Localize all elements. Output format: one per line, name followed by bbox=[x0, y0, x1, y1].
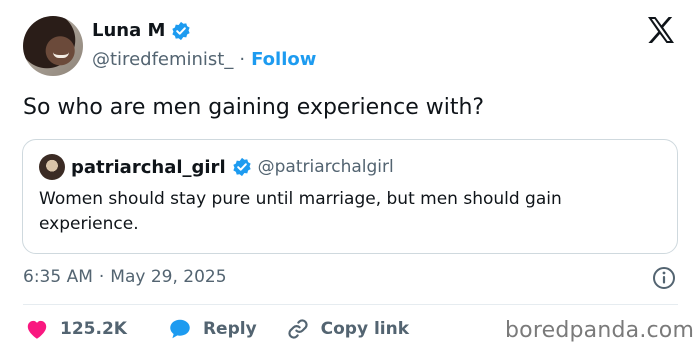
quoted-tweet-text: Women should stay pure until marriage, b… bbox=[39, 189, 562, 234]
like-button[interactable]: 125.2K bbox=[24, 316, 127, 342]
copy-link-label: Copy link bbox=[320, 319, 410, 339]
author-name-row: Luna M bbox=[92, 20, 191, 41]
quoted-header: patriarchal_girl @patriarchalgirl bbox=[39, 154, 394, 180]
date-separator: · bbox=[98, 267, 105, 287]
heart-icon bbox=[27, 320, 47, 339]
quoted-author-name: patriarchal_girl bbox=[71, 156, 226, 178]
quoted-avatar bbox=[39, 154, 65, 180]
author-name[interactable]: Luna M bbox=[92, 20, 165, 41]
author-avatar[interactable] bbox=[23, 16, 83, 76]
x-logo-icon[interactable] bbox=[646, 16, 676, 44]
reply-label: Reply bbox=[202, 319, 257, 339]
handle-separator: · bbox=[239, 49, 246, 70]
author-handle[interactable]: @tiredfeminist_ bbox=[92, 49, 233, 70]
like-count: 125.2K bbox=[60, 319, 127, 339]
info-icon[interactable] bbox=[652, 266, 676, 290]
author-handle-row: @tiredfeminist_ · Follow bbox=[92, 49, 316, 70]
tweet-text: So who are men gaining experience with? bbox=[23, 95, 485, 120]
site-watermark: boredpanda.com bbox=[505, 318, 695, 343]
reply-button[interactable]: Reply bbox=[167, 316, 257, 342]
action-bar: 125.2K Reply Copy link bbox=[24, 316, 409, 342]
link-icon bbox=[288, 319, 308, 339]
quoted-author-handle: @patriarchalgirl bbox=[257, 157, 394, 177]
copy-link-button[interactable]: Copy link bbox=[285, 316, 409, 342]
tweet-timestamp[interactable]: 6:35 AM · May 29, 2025 bbox=[23, 267, 227, 287]
tweet-time: 6:35 AM bbox=[23, 267, 93, 287]
verified-badge-icon bbox=[172, 21, 191, 40]
follow-button[interactable]: Follow bbox=[251, 49, 316, 70]
avatar-detail bbox=[53, 52, 69, 58]
verified-badge-icon bbox=[232, 157, 251, 177]
quoted-tweet-card[interactable]: patriarchal_girl @patriarchalgirl Women … bbox=[22, 139, 678, 254]
action-divider bbox=[23, 304, 678, 305]
tweet-date: May 29, 2025 bbox=[110, 267, 227, 287]
speech-bubble-icon bbox=[170, 319, 190, 339]
